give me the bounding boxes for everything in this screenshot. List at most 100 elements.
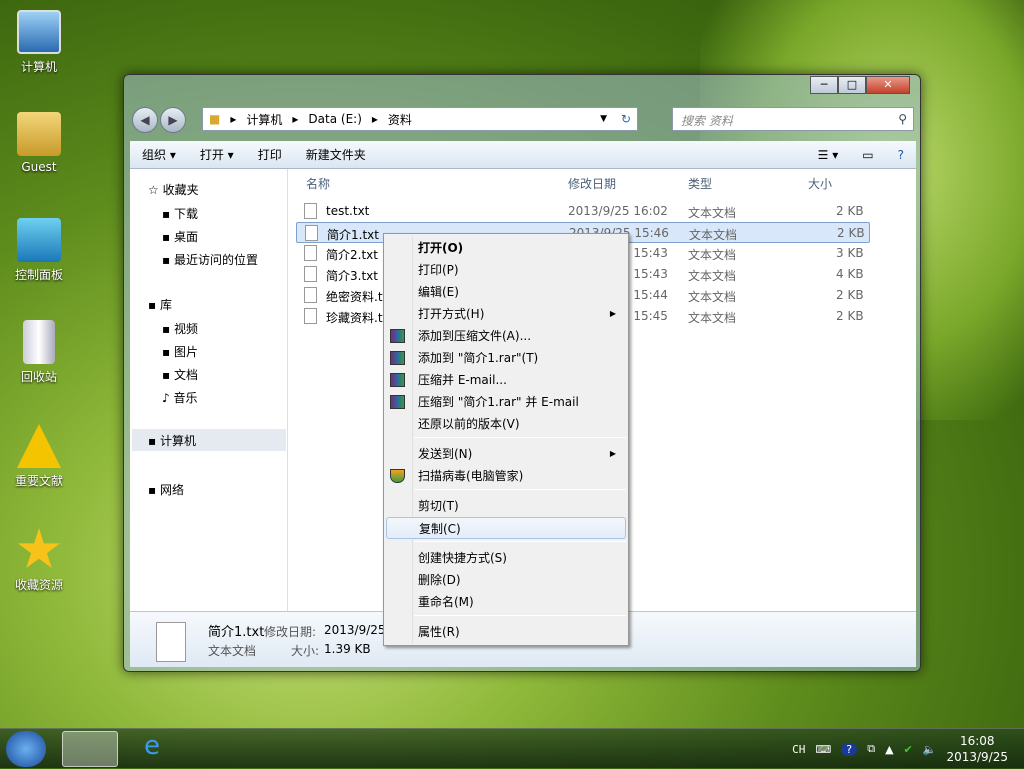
breadcrumb-computer[interactable]: 计算机	[246, 111, 282, 128]
menu-item-label: 删除(D)	[418, 573, 461, 587]
nav-pictures[interactable]: ▪ 图片	[162, 343, 198, 360]
detail-size: 1.39 KB	[324, 642, 371, 656]
sep: ▸	[292, 112, 299, 126]
taskbar-explorer[interactable]	[62, 731, 118, 767]
breadcrumb-drive[interactable]: Data (E:)	[308, 112, 361, 126]
file-name: test.txt	[326, 204, 370, 218]
volume-icon[interactable]: 🔈	[923, 743, 937, 756]
menu-item[interactable]: 编辑(E)	[386, 281, 626, 303]
network-icon[interactable]: ✔	[904, 743, 913, 756]
minimize-button[interactable]: ─	[810, 76, 838, 94]
label: 重要文献	[14, 474, 63, 488]
file-size: 4 KB	[836, 267, 864, 281]
help-icon[interactable]: ?	[841, 742, 858, 756]
nav-favorites[interactable]: ☆ 收藏夹	[148, 181, 199, 198]
menu-item[interactable]: 属性(R)	[386, 621, 626, 643]
menu-item-label: 打开方式(H)	[418, 307, 485, 321]
search-icon[interactable]: ⚲	[898, 112, 907, 126]
file-row[interactable]: test.txt 2013/9/25 16:02 文本文档 2 KB	[296, 201, 870, 222]
nav-network[interactable]: ▪ 网络	[148, 481, 184, 498]
view-options-icon[interactable]: ☰ ▾	[806, 148, 851, 162]
text-file-icon	[304, 287, 317, 303]
label: 回收站	[20, 370, 57, 384]
column-size[interactable]: 大小	[808, 175, 832, 192]
menu-item[interactable]: 复制(C)	[386, 517, 626, 539]
desktop-icon-favorites[interactable]: 收藏资源	[0, 528, 78, 593]
file-size: 3 KB	[836, 246, 864, 260]
refresh-icon[interactable]: ↻	[621, 112, 631, 126]
file-name: 简介2.txt	[326, 248, 378, 262]
nav-recent[interactable]: ▪ 最近访问的位置	[162, 251, 258, 268]
language-indicator[interactable]: CH	[792, 743, 805, 756]
label: 库	[159, 298, 172, 312]
submenu-arrow-icon: ▶	[609, 449, 616, 458]
menu-item[interactable]: 添加到压缩文件(A)...	[386, 325, 626, 347]
open-button[interactable]: 打开 ▾	[188, 146, 246, 163]
detail-size-label: 大小:	[291, 644, 320, 658]
menu-item[interactable]: 还原以前的版本(V)	[386, 413, 626, 435]
search-input[interactable]: 搜索 资料 ⚲	[672, 107, 914, 131]
menu-item[interactable]: 剪切(T)	[386, 495, 626, 517]
taskbar-app[interactable]	[186, 731, 242, 767]
text-file-icon	[304, 308, 317, 324]
menu-item[interactable]: 扫描病毒(电脑管家)	[386, 465, 626, 487]
taskbar-ie[interactable]: e	[124, 731, 180, 767]
detail-name: 简介1.txt	[208, 625, 265, 640]
menu-separator	[414, 437, 626, 438]
menu-item[interactable]: 打开(O)	[386, 237, 626, 259]
window-icon[interactable]: ⧉	[867, 742, 875, 756]
forward-button[interactable]: ▶	[160, 107, 186, 133]
show-hidden-icons[interactable]: ▲	[885, 743, 893, 756]
menu-item[interactable]: 压缩并 E-mail...	[386, 369, 626, 391]
menu-item[interactable]: 删除(D)	[386, 569, 626, 591]
menu-item[interactable]: 创建快捷方式(S)	[386, 547, 626, 569]
clock[interactable]: 16:08 2013/9/25	[946, 733, 1008, 765]
maximize-button[interactable]: □	[838, 76, 866, 94]
column-type[interactable]: 类型	[688, 175, 712, 192]
print-button[interactable]: 打印	[246, 146, 294, 163]
nav-computer[interactable]: ▪ 计算机	[132, 429, 286, 451]
menu-item[interactable]: 压缩到 "简介1.rar" 并 E-mail	[386, 391, 626, 413]
nav-music[interactable]: ♪ 音乐	[162, 389, 198, 406]
navigation-pane: ☆ 收藏夹 ▪ 下载 ▪ 桌面 ▪ 最近访问的位置 ▪ 库 ▪ 视频 ▪ 图片 …	[130, 169, 288, 611]
label: 桌面	[173, 230, 198, 244]
menu-item[interactable]: 打印(P)	[386, 259, 626, 281]
new-folder-button[interactable]: 新建文件夹	[294, 146, 378, 163]
nav-desktop[interactable]: ▪ 桌面	[162, 228, 198, 245]
help-icon[interactable]: ?	[886, 148, 916, 162]
column-name[interactable]: 名称	[306, 175, 330, 192]
dropdown-icon[interactable]: ▼	[600, 114, 607, 124]
nav-libraries[interactable]: ▪ 库	[148, 296, 172, 313]
column-date[interactable]: 修改日期	[568, 175, 616, 192]
desktop-icon-recycle-bin[interactable]: 回收站	[0, 320, 78, 385]
label: 文档	[173, 368, 198, 382]
back-button[interactable]: ◀	[132, 107, 158, 133]
menu-item-label: 属性(R)	[418, 625, 460, 639]
file-name: 简介3.txt	[326, 269, 378, 283]
start-button[interactable]	[6, 731, 46, 767]
menu-item[interactable]: 重命名(M)	[386, 591, 626, 613]
desktop-icon-important[interactable]: 重要文献	[0, 424, 78, 489]
preview-pane-icon[interactable]: ▭	[850, 148, 885, 162]
nav-documents[interactable]: ▪ 文档	[162, 366, 198, 383]
desktop-icon-guest[interactable]: Guest	[0, 112, 78, 174]
nav-downloads[interactable]: ▪ 下载	[162, 205, 198, 222]
recycle-bin-icon	[23, 320, 55, 364]
menu-item[interactable]: 添加到 "简介1.rar"(T)	[386, 347, 626, 369]
shield-icon	[390, 469, 405, 483]
breadcrumb-folder[interactable]: 资料	[388, 111, 412, 128]
star-icon	[17, 528, 61, 569]
menu-item-label: 创建快捷方式(S)	[418, 551, 507, 565]
desktop-icon-computer[interactable]: 计算机	[0, 10, 78, 75]
nav-videos[interactable]: ▪ 视频	[162, 320, 198, 337]
menu-item[interactable]: 发送到(N) ▶	[386, 443, 626, 465]
organize-button[interactable]: 组织 ▾	[130, 146, 188, 163]
taskbar: e CH ⌨ ? ⧉ ▲ ✔ 🔈 16:08 2013/9/25	[0, 728, 1024, 768]
keyboard-icon[interactable]: ⌨	[815, 743, 831, 756]
menu-item[interactable]: 打开方式(H) ▶	[386, 303, 626, 325]
menu-item-label: 扫描病毒(电脑管家)	[418, 469, 524, 483]
file-type: 文本文档	[688, 290, 737, 304]
close-button[interactable]: ✕	[866, 76, 910, 94]
address-bar[interactable]: ■ ▸ 计算机 ▸ Data (E:) ▸ 资料 ▼ ↻	[202, 107, 638, 131]
desktop-icon-control-panel[interactable]: 控制面板	[0, 218, 78, 283]
